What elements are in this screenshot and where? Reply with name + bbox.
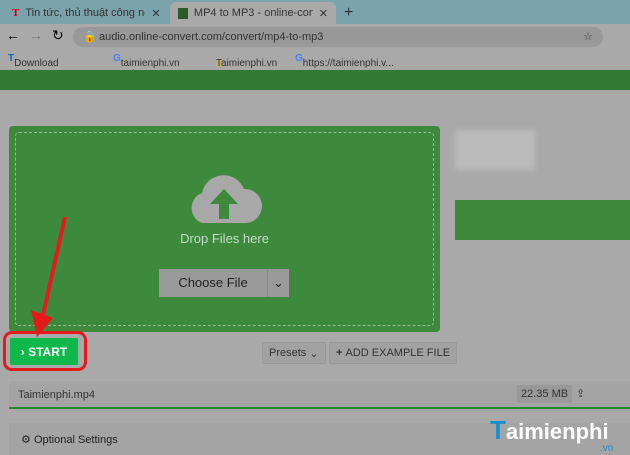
bookmarks-bar: T Download - Tải Miễ... G taimienphi.vn …: [8, 53, 394, 91]
tab-mp4-to-mp3[interactable]: MP4 to MP3 - online-convert.com ✕: [170, 2, 336, 24]
drop-files-label: Drop Files here: [180, 231, 269, 246]
presets-button[interactable]: Presets ⌄: [262, 342, 326, 364]
lock-icon: 🔒: [83, 31, 97, 43]
taimienphi-favicon-icon: T: [12, 7, 20, 19]
forward-icon[interactable]: →: [29, 27, 43, 43]
online-convert-favicon-icon: [178, 7, 188, 19]
blurred-ad-button: [455, 200, 630, 240]
drop-zone[interactable]: Drop Files here Choose File ⌄: [9, 126, 440, 332]
bookmark[interactable]: G taimienphi.vn - Tim...: [113, 53, 180, 80]
close-tab-icon[interactable]: ✕: [151, 7, 160, 20]
file-size: 22.35 MB: [517, 385, 573, 403]
taimienphi-watermark: Taimienphi: [490, 415, 609, 445]
chevron-down-icon[interactable]: ⌄: [267, 269, 289, 297]
tab-bar: T Tin tức, thủ thuật công nghệ mới ✕ MP4…: [0, 0, 630, 24]
red-arrow-annotation: [31, 216, 67, 337]
bookmark[interactable]: G https://taimienphi.v...: [295, 53, 394, 69]
choose-file-button[interactable]: Choose File ⌄: [159, 269, 289, 297]
file-name: Taimienphi.mp4: [18, 389, 96, 401]
reload-icon[interactable]: ↻: [52, 27, 64, 44]
blurred-ad: [455, 130, 535, 170]
start-button[interactable]: › START: [10, 338, 78, 365]
watermark-suffix: .vn: [600, 443, 614, 454]
browser-toolbar: ← → ↻ 🔒 audio.online-convert.com/convert/…: [0, 24, 630, 48]
address-bar[interactable]: 🔒 audio.online-convert.com/convert/mp4-to…: [73, 27, 603, 47]
star-icon[interactable]: ☆: [583, 27, 593, 47]
gear-icon: ⚙: [21, 434, 31, 446]
bookmark[interactable]: T Download - Tải Miễ...: [8, 53, 59, 91]
chevron-right-icon: ›: [20, 344, 29, 359]
add-example-file-button[interactable]: + ADD EXAMPLE FILE: [329, 342, 458, 364]
cloud-upload-icon: [191, 175, 263, 223]
cloud-upload-icon[interactable]: ⇪: [576, 387, 585, 400]
tab-taimienphi[interactable]: T Tin tức, thủ thuật công nghệ mới ✕: [4, 2, 170, 24]
site-header: [0, 70, 630, 90]
close-tab-icon[interactable]: ✕: [319, 7, 328, 20]
back-icon[interactable]: ←: [6, 27, 20, 43]
new-tab-button[interactable]: +: [336, 2, 361, 24]
file-row: Taimienphi.mp4 22.35 MB ⇪: [9, 381, 630, 409]
